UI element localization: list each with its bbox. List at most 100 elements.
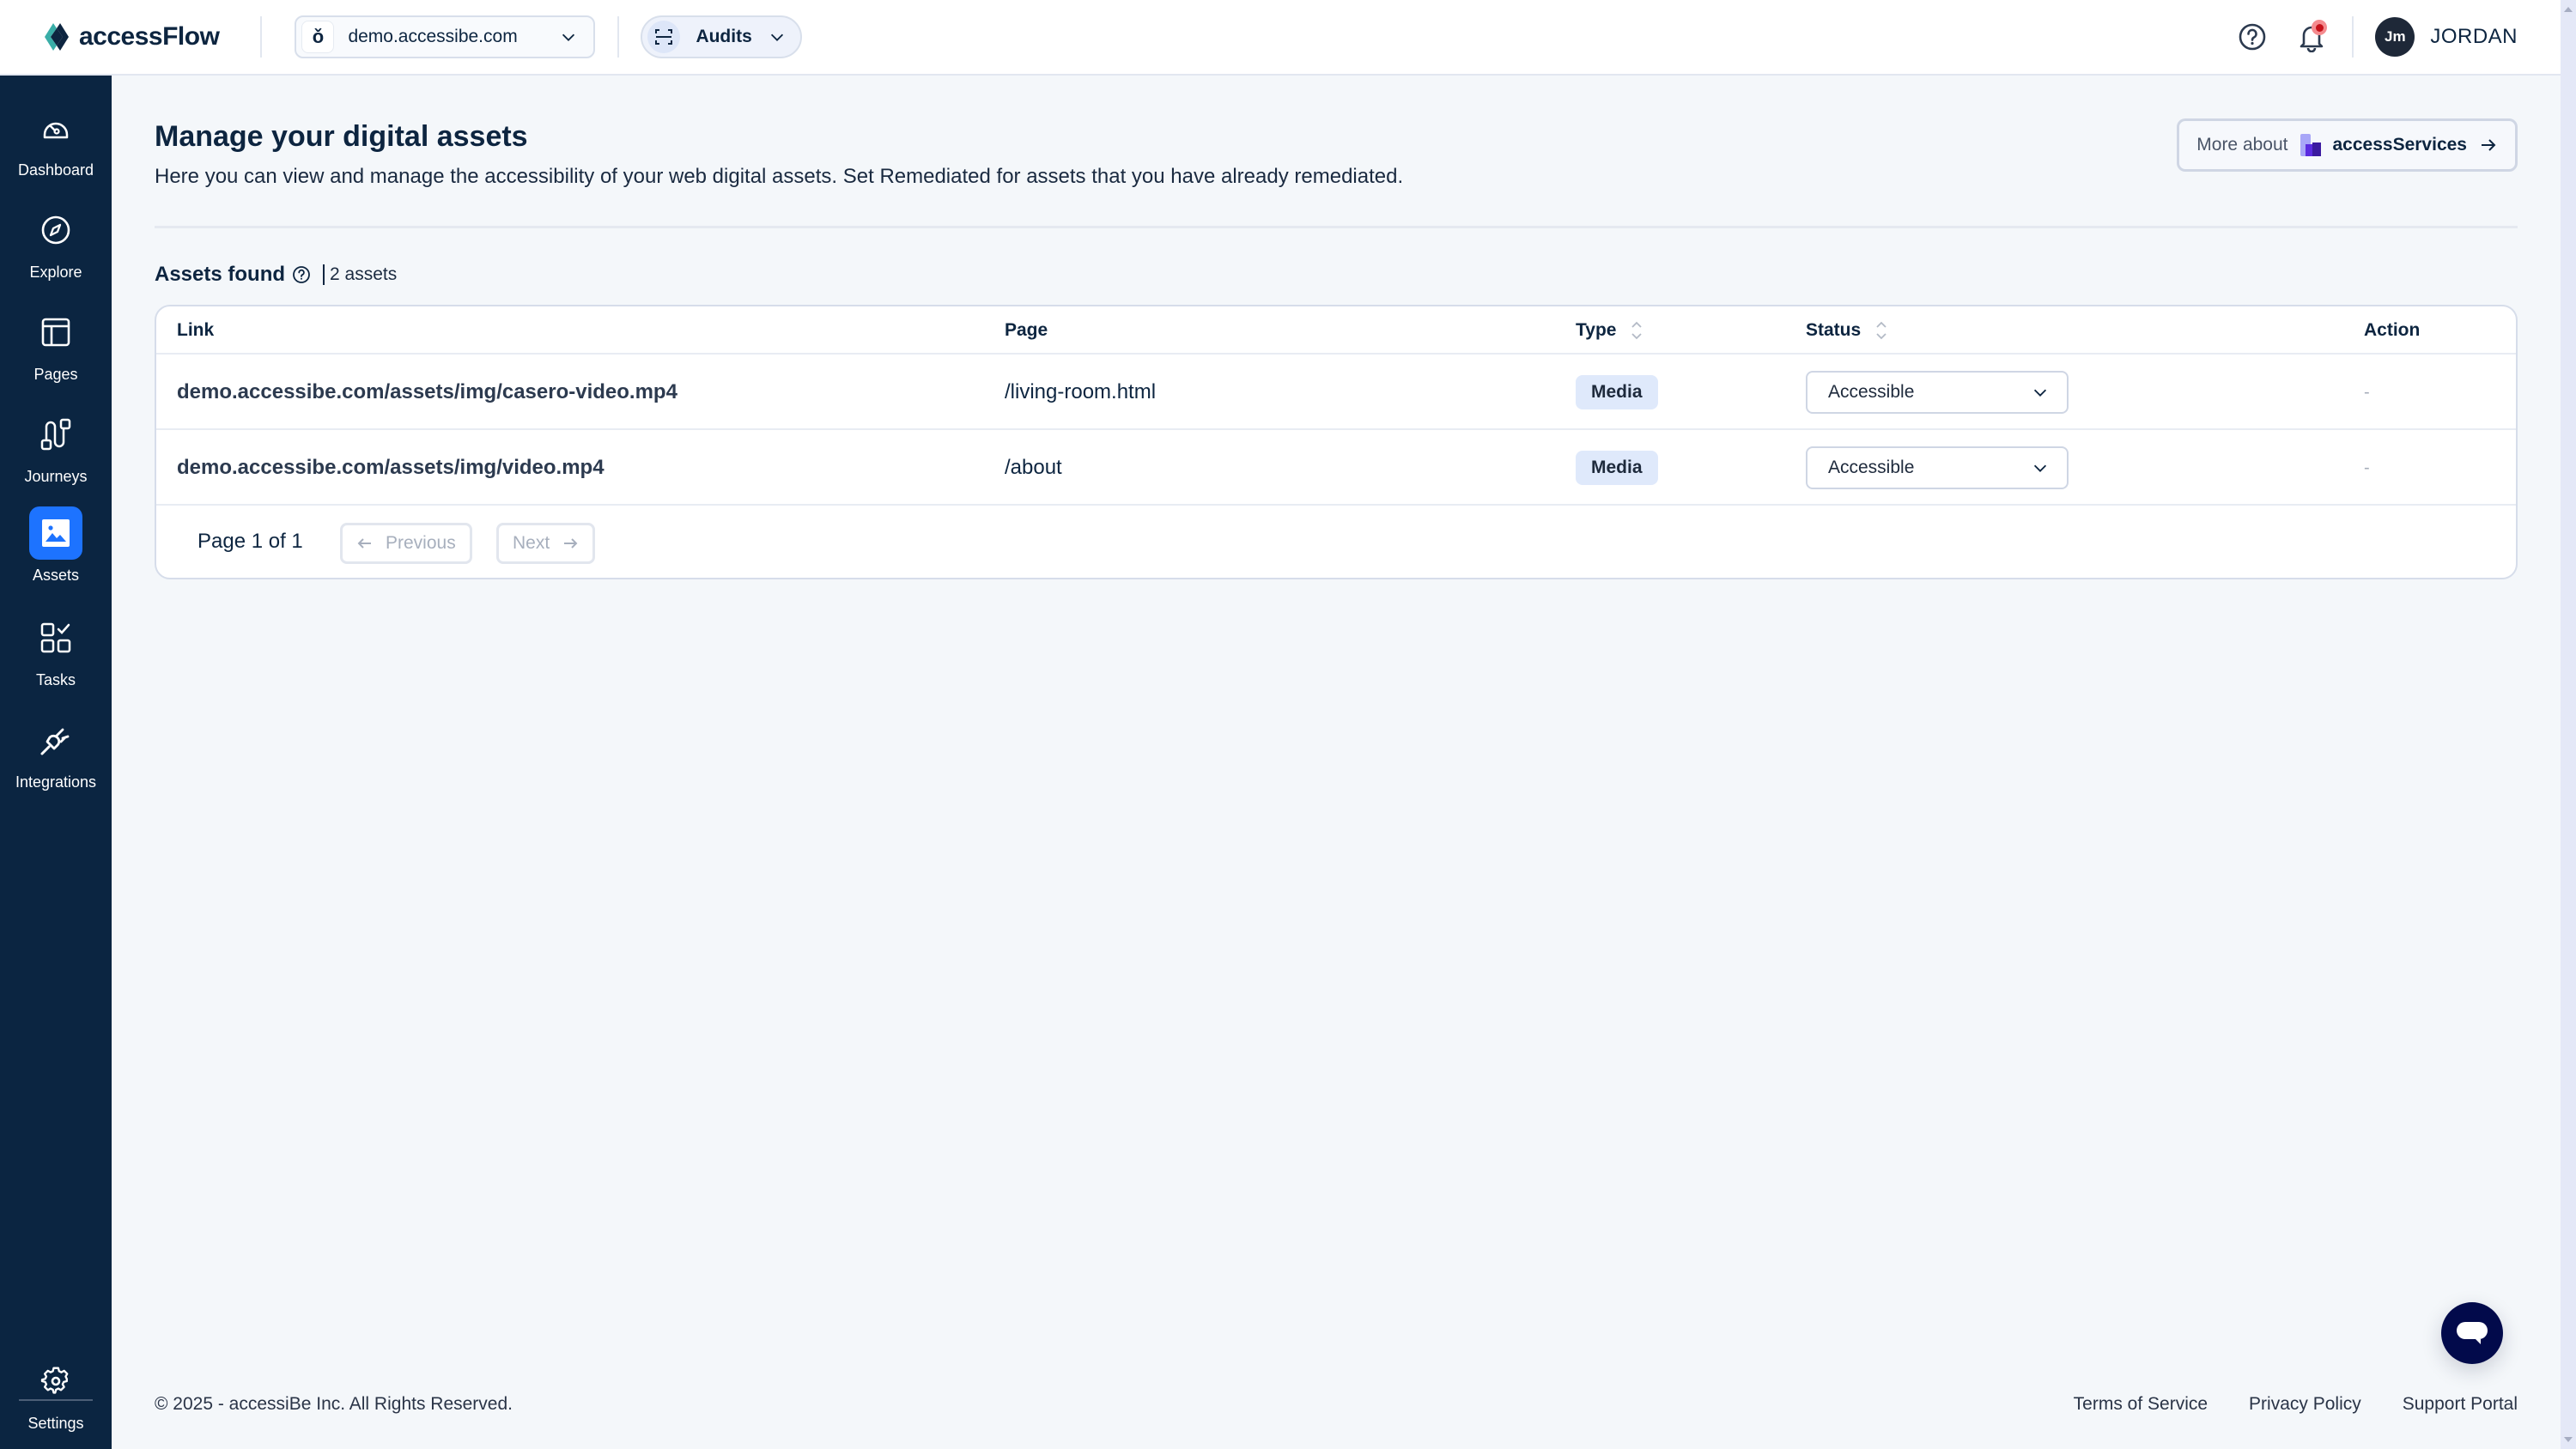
plug-icon [29,713,82,767]
next-label: Next [513,533,550,553]
column-label: Page [1005,320,1048,340]
chevron-down-icon [2033,389,2047,397]
sidebar-item-integrations[interactable]: Integrations [0,713,112,791]
chevron-down-icon [770,33,783,41]
asset-link[interactable]: demo.accessibe.com/assets/img/video.mp4 [177,430,605,506]
column-label: Type [1576,320,1617,340]
sidebar-item-label: Journeys [24,468,88,485]
topbar-right: Jm JORDAN [2233,16,2518,58]
action-placeholder: - [2364,382,2370,402]
arrow-right-icon [564,538,578,549]
sidebar-item-tasks[interactable]: Tasks [0,611,112,689]
help-button[interactable] [2233,18,2271,56]
more-about-access-services-button[interactable]: More about accessServices [2177,118,2518,172]
sidebar-item-label: Explore [29,264,82,281]
divider [260,16,263,58]
scroll-up-arrow-icon[interactable] [2564,7,2573,12]
assets-found-label: Assets found [155,263,286,286]
status-select-value: Accessible [1828,382,1915,402]
sidebar-item-journeys[interactable]: Journeys [0,408,112,486]
assets-count: 2 assets [323,264,397,285]
divider [617,16,620,58]
page-info: Page 1 of 1 [197,530,303,553]
asset-link[interactable]: demo.accessibe.com/assets/img/casero-vid… [177,355,677,430]
audits-select-value: Audits [696,27,752,46]
previous-label: Previous [386,533,456,553]
help-icon [2239,23,2266,51]
column-label: Link [177,320,215,340]
arrow-right-icon [2482,139,2496,151]
chat-widget-button[interactable] [2441,1302,2503,1364]
action-cell: - [2364,355,2370,430]
status-select[interactable]: Accessible [1806,446,2069,489]
type-badge: Media [1576,375,1658,409]
top-bar: accessFlow ǒ demo.accessibe.com Audits J… [0,0,2561,76]
scan-icon [647,21,681,53]
domain-select[interactable]: ǒ demo.accessibe.com [295,15,596,58]
assets-found-heading: Assets found 2 assets [155,263,397,287]
column-header-type[interactable]: Type [1576,306,1643,355]
domain-favicon-icon: ǒ [301,21,335,53]
chevron-down-icon [562,33,575,41]
arrow-left-icon [357,538,371,549]
column-header-link: Link [177,306,214,355]
image-icon [29,506,82,560]
column-header-page: Page [1005,306,1048,355]
user-menu[interactable]: Jm JORDAN [2375,17,2518,57]
status-cell: Accessible [1806,355,2069,430]
domain-select-value: demo.accessibe.com [348,27,518,46]
privacy-policy-link[interactable]: Privacy Policy [2249,1394,2361,1415]
sidebar-item-label: Tasks [35,671,76,688]
layout-icon [29,306,82,359]
column-header-action: Action [2364,306,2420,355]
table-header: Link Page Type Status Action [156,306,2516,355]
sidebar-item-settings[interactable]: Settings [0,1355,112,1433]
type-badge: Media [1576,451,1658,485]
compass-icon [29,203,82,257]
asset-page: /living-room.html [1005,380,1157,403]
next-page-button[interactable]: Next [496,523,596,564]
asset-page: /about [1005,456,1062,479]
divider [2352,16,2354,58]
column-label: Status [1806,320,1862,340]
access-services-label: accessServices [2332,135,2468,155]
sort-icon[interactable] [1874,319,1888,342]
pagination: Page 1 of 1 Previous Next [156,506,2516,578]
page-title: Manage your digital assets [155,120,528,153]
type-cell: Media [1576,355,1658,430]
avatar: Jm [2375,17,2415,57]
scroll-down-arrow-icon[interactable] [2564,1437,2573,1442]
sidebar-item-label: Assets [32,567,80,584]
user-name: JORDAN [2430,25,2518,48]
logo-text: accessFlow [79,22,220,51]
status-cell: Accessible [1806,430,2069,506]
sidebar-item-label: Pages [33,366,78,383]
tasks-grid-icon [29,611,82,664]
sidebar-item-pages[interactable]: Pages [0,306,112,384]
notifications-button[interactable] [2293,18,2330,56]
sidebar-item-dashboard[interactable]: Dashboard [0,101,112,179]
assets-table: Link Page Type Status Action demo.access… [155,305,2518,579]
sidebar-item-label: Settings [27,1415,84,1432]
audits-select[interactable]: Audits [641,15,802,58]
chevron-down-icon [2033,464,2047,472]
previous-page-button[interactable]: Previous [340,523,472,564]
table-row: demo.accessibe.com/assets/img/casero-vid… [156,355,2516,430]
sidebar-item-label: Integrations [15,773,97,791]
terms-of-service-link[interactable]: Terms of Service [2074,1394,2208,1415]
status-select[interactable]: Accessible [1806,371,2069,414]
gear-icon [29,1355,82,1408]
action-placeholder: - [2364,458,2370,477]
info-help-icon[interactable] [292,265,311,284]
sidebar-item-explore[interactable]: Explore [0,203,112,282]
dashboard-gauge-icon [29,101,82,155]
sort-icon[interactable] [1630,319,1643,342]
sidebar-item-assets[interactable]: Assets [0,506,112,585]
column-header-status[interactable]: Status [1806,306,1888,355]
logo[interactable]: accessFlow [43,21,220,52]
route-icon [29,408,82,461]
support-portal-link[interactable]: Support Portal [2403,1394,2518,1415]
sidebar: Dashboard Explore Pages Journeys Assets … [0,76,112,1449]
more-about-label: More about [2196,135,2288,155]
page-scrollbar[interactable] [2561,0,2576,1449]
